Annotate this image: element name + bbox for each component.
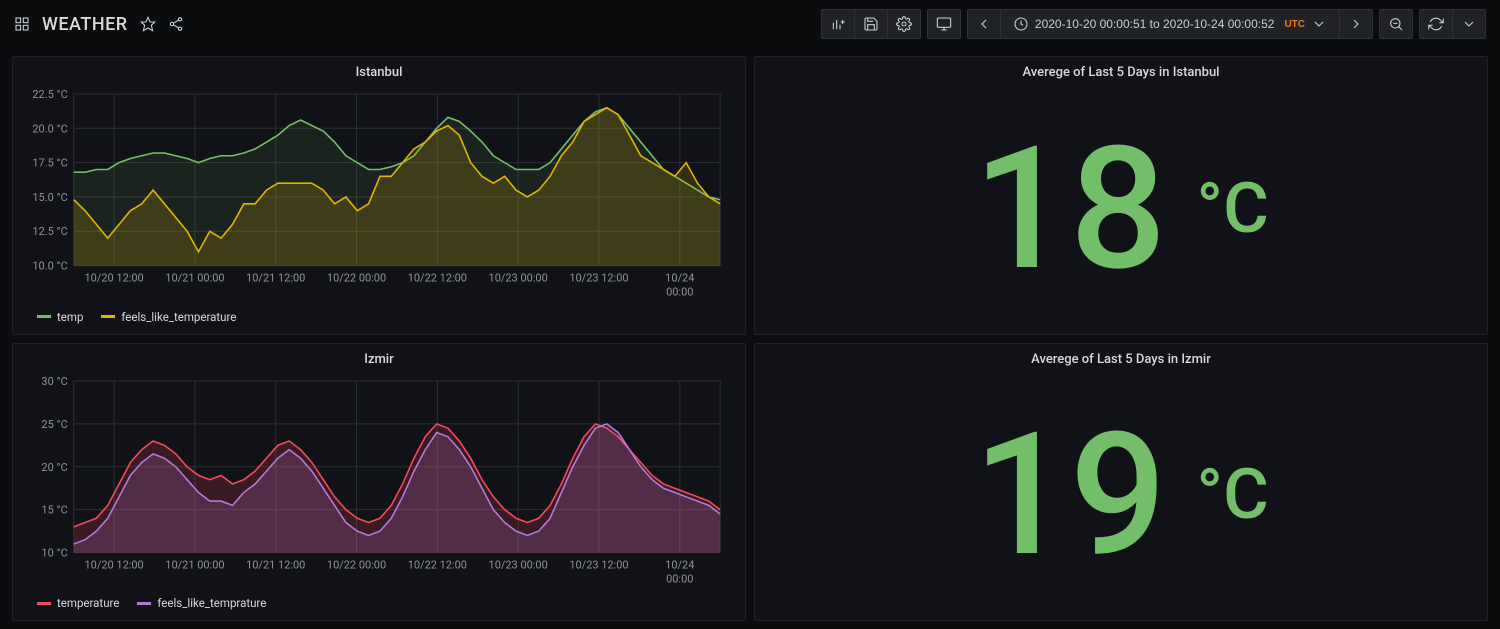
svg-text:10/22 00:00: 10/22 00:00 bbox=[327, 272, 386, 285]
svg-text:15.0 °C: 15.0 °C bbox=[32, 191, 67, 204]
panel-istanbul-chart[interactable]: Istanbul 10.0 °C 12.5 °C 15.0 °C 17.5 °C 20.… bbox=[12, 56, 746, 335]
svg-text:10/22 12:00: 10/22 12:00 bbox=[408, 272, 467, 285]
save-icon bbox=[863, 16, 879, 32]
svg-text:10/23 00:00: 10/23 00:00 bbox=[489, 558, 548, 571]
clock-icon bbox=[1013, 16, 1029, 32]
svg-text:10/20 12:00: 10/20 12:00 bbox=[84, 272, 143, 285]
svg-text:10/24: 10/24 bbox=[665, 272, 694, 285]
stat-body: 19 °C bbox=[755, 371, 1487, 621]
panel-izmir-chart[interactable]: Izmir 10 °C 15 °C 20 °C 25 °C 30 °C 10/20 12:… bbox=[12, 343, 746, 622]
legend-item-feels-like[interactable]: feels_like_temprature bbox=[137, 596, 266, 610]
monitor-icon bbox=[936, 16, 952, 32]
legend-item-feels-like[interactable]: feels_like_temperature bbox=[101, 310, 236, 324]
toolbar-right: 2020-10-20 00:00:51 to 2020-10-24 00:00:… bbox=[821, 9, 1486, 39]
star-icon[interactable] bbox=[140, 16, 156, 32]
settings-button[interactable] bbox=[888, 9, 921, 39]
stat-value: 19 bbox=[973, 410, 1166, 580]
tv-mode-button[interactable] bbox=[927, 9, 961, 39]
svg-text:10/22 00:00: 10/22 00:00 bbox=[327, 558, 386, 571]
panel-title: Averege of Last 5 Days in Izmir bbox=[755, 344, 1487, 371]
stat-unit: °C bbox=[1196, 454, 1268, 536]
legend-item-temperature[interactable]: temperature bbox=[37, 596, 119, 610]
legend-swatch bbox=[137, 602, 151, 605]
svg-text:10/23 12:00: 10/23 12:00 bbox=[569, 272, 628, 285]
svg-text:10/23 12:00: 10/23 12:00 bbox=[569, 558, 628, 571]
legend-label: temperature bbox=[57, 596, 119, 610]
dashboard-title: WEATHER bbox=[42, 14, 128, 35]
stat-body: 18 °C bbox=[755, 84, 1487, 334]
svg-text:10/23 00:00: 10/23 00:00 bbox=[489, 272, 548, 285]
svg-text:10/21 00:00: 10/21 00:00 bbox=[165, 272, 224, 285]
chevron-left-icon bbox=[976, 16, 992, 32]
zoom-out-icon bbox=[1388, 16, 1404, 32]
time-range-label: 2020-10-20 00:00:51 to 2020-10-24 00:00:… bbox=[1035, 17, 1275, 31]
svg-text:10/21 12:00: 10/21 12:00 bbox=[246, 272, 305, 285]
svg-text:00:00: 00:00 bbox=[666, 286, 693, 299]
time-zone-label: UTC bbox=[1284, 19, 1305, 30]
svg-text:10/21 00:00: 10/21 00:00 bbox=[165, 558, 224, 571]
svg-text:25 °C: 25 °C bbox=[41, 417, 67, 430]
chevron-down-icon bbox=[1461, 16, 1477, 32]
add-panel-button[interactable] bbox=[821, 9, 855, 39]
gear-icon bbox=[896, 16, 912, 32]
panel-title: Izmir bbox=[13, 344, 745, 371]
chart-area: 10.0 °C 12.5 °C 15.0 °C 17.5 °C 20.0 °C 22.5 … bbox=[13, 84, 745, 304]
svg-text:22.5 °C: 22.5 °C bbox=[32, 88, 67, 101]
panel-title: Istanbul bbox=[13, 57, 745, 84]
svg-text:10/22 12:00: 10/22 12:00 bbox=[408, 558, 467, 571]
bar-chart-plus-icon bbox=[830, 16, 846, 32]
panel-grid: Istanbul 10.0 °C 12.5 °C 15.0 °C 17.5 °C 20.… bbox=[0, 48, 1500, 629]
svg-text:12.5 °C: 12.5 °C bbox=[32, 225, 67, 238]
dashboard-grid-icon bbox=[14, 16, 30, 32]
svg-text:10/20 12:00: 10/20 12:00 bbox=[84, 558, 143, 571]
stat-unit: °C bbox=[1196, 168, 1268, 250]
refresh-group bbox=[1419, 9, 1486, 39]
zoom-out-button[interactable] bbox=[1379, 9, 1413, 39]
chart-legend: temperature feels_like_temprature bbox=[13, 590, 745, 620]
svg-text:20.0 °C: 20.0 °C bbox=[32, 122, 67, 135]
legend-swatch bbox=[101, 315, 115, 318]
legend-label: temp bbox=[57, 310, 83, 324]
chevron-right-icon bbox=[1348, 16, 1364, 32]
legend-swatch bbox=[37, 602, 51, 605]
refresh-interval-button[interactable] bbox=[1453, 9, 1486, 39]
istanbul-line-chart: 10.0 °C 12.5 °C 15.0 °C 17.5 °C 20.0 °C 22.5 … bbox=[19, 88, 731, 300]
panel-izmir-average[interactable]: Averege of Last 5 Days in Izmir 19 °C bbox=[754, 343, 1488, 622]
share-icon[interactable] bbox=[168, 16, 184, 32]
chart-area: 10 °C 15 °C 20 °C 25 °C 30 °C 10/20 12:00 10/2… bbox=[13, 371, 745, 591]
panel-title: Averege of Last 5 Days in Istanbul bbox=[755, 57, 1487, 84]
svg-text:10.0 °C: 10.0 °C bbox=[32, 260, 67, 273]
svg-text:15 °C: 15 °C bbox=[41, 503, 67, 516]
svg-text:30 °C: 30 °C bbox=[41, 375, 67, 388]
svg-text:10/21 12:00: 10/21 12:00 bbox=[246, 558, 305, 571]
legend-label: feels_like_temperature bbox=[121, 310, 236, 324]
save-button[interactable] bbox=[855, 9, 888, 39]
toolbar-edit-group bbox=[821, 9, 921, 39]
stat-value: 18 bbox=[973, 124, 1166, 294]
chart-legend: temp feels_like_temperature bbox=[13, 304, 745, 334]
svg-text:10 °C: 10 °C bbox=[41, 546, 67, 559]
legend-item-temp[interactable]: temp bbox=[37, 310, 83, 324]
time-back-button[interactable] bbox=[967, 9, 1001, 39]
time-range-group: 2020-10-20 00:00:51 to 2020-10-24 00:00:… bbox=[967, 9, 1373, 39]
chevron-down-icon bbox=[1311, 16, 1327, 32]
time-forward-button[interactable] bbox=[1340, 9, 1373, 39]
svg-text:10/24: 10/24 bbox=[665, 558, 694, 571]
time-range-picker[interactable]: 2020-10-20 00:00:51 to 2020-10-24 00:00:… bbox=[1001, 9, 1340, 39]
panel-istanbul-average[interactable]: Averege of Last 5 Days in Istanbul 18 °C bbox=[754, 56, 1488, 335]
dashboard-toolbar: WEATHER bbox=[0, 0, 1500, 48]
svg-text:00:00: 00:00 bbox=[666, 572, 693, 585]
toolbar-left: WEATHER bbox=[14, 14, 184, 35]
izmir-line-chart: 10 °C 15 °C 20 °C 25 °C 30 °C 10/20 12:00 10/2… bbox=[19, 375, 731, 587]
refresh-icon bbox=[1428, 16, 1444, 32]
legend-swatch bbox=[37, 315, 51, 318]
svg-text:17.5 °C: 17.5 °C bbox=[32, 157, 67, 170]
refresh-button[interactable] bbox=[1419, 9, 1453, 39]
legend-label: feels_like_temprature bbox=[157, 596, 266, 610]
svg-text:20 °C: 20 °C bbox=[41, 460, 67, 473]
